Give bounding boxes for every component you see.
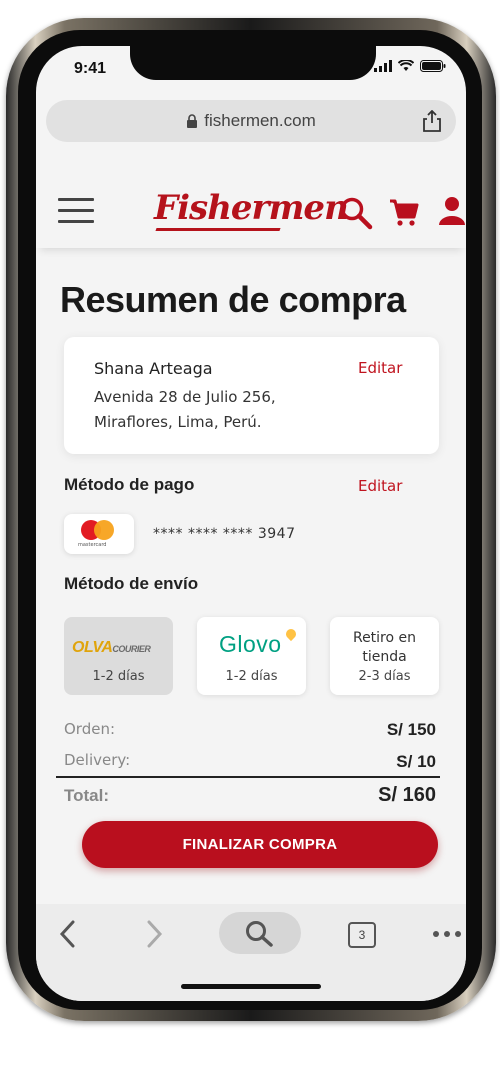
back-icon[interactable] (58, 920, 78, 948)
search-icon (246, 921, 273, 947)
shipping-option-olva[interactable]: OLVACOURIER 1-2 días (64, 617, 173, 695)
delivery-label: Delivery: (64, 751, 131, 769)
edit-payment-link[interactable]: Editar (358, 477, 402, 495)
glovo-pin-icon (283, 626, 299, 642)
forward-icon[interactable] (144, 920, 164, 948)
olva-logo: OLVACOURIER (72, 639, 151, 656)
search-icon[interactable] (339, 196, 373, 230)
delivery-value: S/ 10 (396, 752, 436, 771)
finalize-purchase-button[interactable]: FINALIZAR COMPRA (82, 821, 438, 868)
shipping-days: 1-2 días (92, 669, 145, 684)
browser-search-button[interactable] (219, 912, 301, 954)
more-icon[interactable] (433, 931, 461, 937)
menu-icon[interactable] (58, 198, 94, 224)
order-value: S/ 150 (386, 720, 436, 739)
home-indicator (181, 984, 321, 989)
address-line-1: Avenida 28 de Julio 256, (94, 388, 276, 406)
url-bar[interactable]: fishermen.com (46, 100, 456, 142)
shipping-days: 1-2 días (225, 669, 278, 684)
customer-name: Shana Arteaga (94, 359, 213, 378)
status-time: 9:41 (74, 60, 107, 77)
notch (130, 46, 376, 80)
edit-address-link[interactable]: Editar (358, 359, 402, 377)
page-title: Resumen de compra (60, 279, 406, 320)
payment-method-label: Método de pago (64, 475, 195, 494)
signal-icon (374, 60, 392, 72)
glovo-logo: Glovo (219, 631, 282, 657)
total-value: S/ 160 (378, 784, 436, 806)
order-label: Orden: (64, 720, 116, 738)
mastercard-logo: mastercard (64, 514, 134, 554)
shipping-method-label: Método de envío (64, 574, 199, 593)
tabs-count-button[interactable]: 3 (348, 922, 376, 948)
wifi-icon (398, 60, 414, 71)
user-icon[interactable] (438, 196, 466, 226)
lock-icon (187, 114, 198, 128)
cart-icon[interactable] (389, 198, 419, 228)
site-logo[interactable]: Fishermen (154, 188, 349, 228)
screen: 9:41 fishermen.com Fishermen Resumen de … (36, 46, 466, 1001)
browser-toolbar: 3 (36, 904, 466, 1001)
shipping-option-glovo[interactable]: Glovo 1-2 días (197, 617, 306, 695)
address-line-2: Miraflores, Lima, Perú. (94, 413, 262, 431)
address-card: Shana Arteaga Avenida 28 de Julio 256, M… (64, 337, 439, 454)
battery-icon (420, 60, 446, 72)
total-label: Total: (64, 786, 110, 805)
url-text: fishermen.com (204, 111, 316, 130)
summary-divider (56, 776, 440, 778)
store-pickup-label: Retiro en tienda (352, 630, 417, 665)
share-icon[interactable] (422, 110, 442, 132)
card-number: **** **** **** 3947 (153, 526, 296, 542)
logo-underline (155, 228, 281, 231)
status-icons (374, 60, 446, 72)
shipping-days: 2-3 días (358, 669, 411, 684)
shipping-option-store-pickup[interactable]: Retiro en tienda 2-3 días (330, 617, 439, 695)
site-header: Fishermen (36, 176, 466, 248)
